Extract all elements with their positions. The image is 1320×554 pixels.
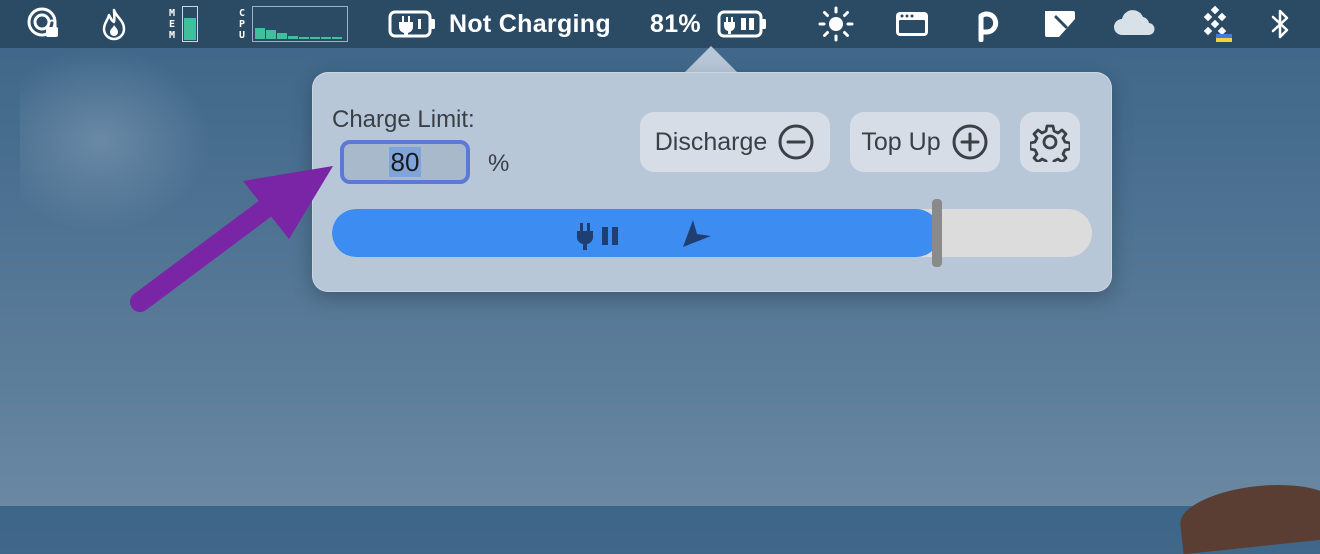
annotation-arrow-icon: [130, 166, 333, 312]
